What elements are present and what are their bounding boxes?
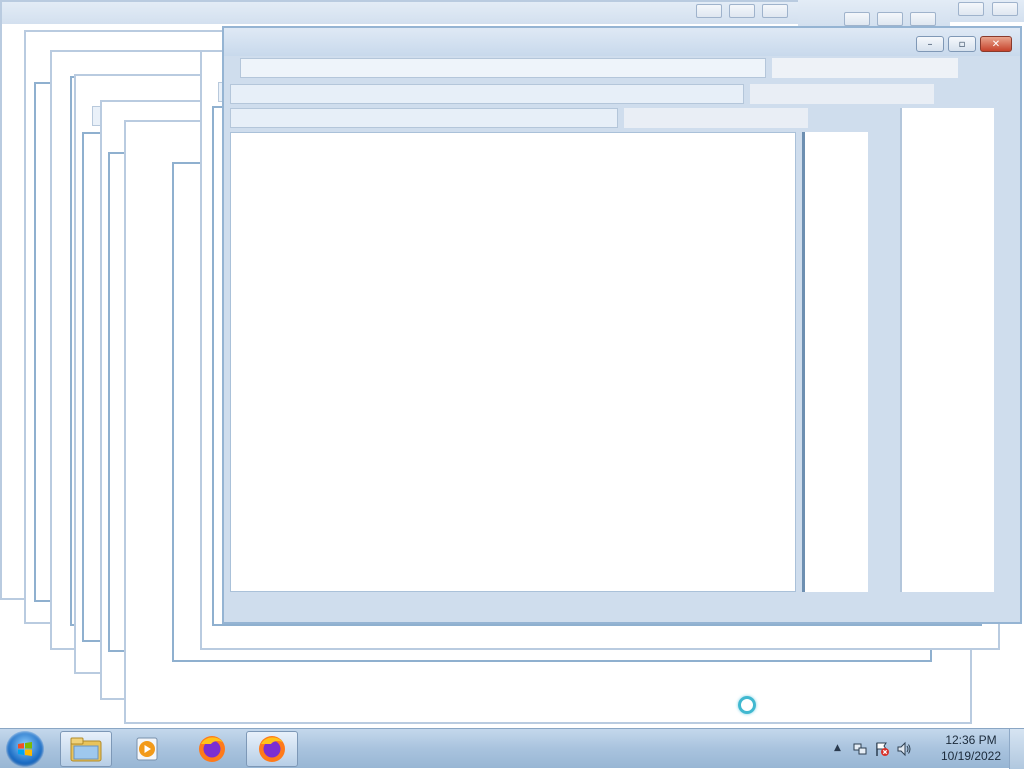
action-center-flag-icon[interactable] — [874, 741, 890, 757]
clock-time: 12:36 PM — [945, 733, 997, 747]
taskbar-button-firefox-active[interactable] — [246, 731, 298, 767]
notification-area: ▲ 12:36 PM 10/19/2022 — [826, 729, 1006, 769]
close-button[interactable]: ✕ — [980, 36, 1012, 52]
firefox-icon — [259, 736, 285, 762]
network-icon[interactable] — [852, 741, 868, 757]
clock-date: 10/19/2022 — [940, 749, 1002, 763]
taskbar-button-media-player[interactable] — [122, 731, 174, 767]
maximize-icon: ▫ — [958, 38, 966, 50]
taskbar: ▲ 12:36 PM 10/19/2022 — [0, 728, 1024, 769]
menu-bar-right — [624, 108, 808, 128]
toolbar-right — [750, 84, 934, 104]
taskbar-button-firefox[interactable] — [186, 731, 238, 767]
media-player-icon — [136, 737, 158, 761]
foreground-window[interactable]: – ▫ ✕ — [222, 26, 1022, 624]
firefox-icon — [199, 736, 225, 762]
taskbar-button-explorer[interactable] — [60, 731, 112, 767]
window-title-bar[interactable]: – ▫ ✕ — [224, 28, 1020, 56]
clock[interactable]: 12:36 PM 10/19/2022 — [936, 732, 1006, 764]
close-icon: ✕ — [991, 38, 1001, 50]
show-hidden-icons-button[interactable]: ▲ — [834, 743, 841, 753]
show-desktop-button[interactable] — [1009, 729, 1024, 769]
busy-spinner-icon — [738, 696, 756, 714]
windows-logo-icon — [18, 742, 32, 756]
desktop: – ▫ ✕ — [0, 0, 1024, 728]
minimize-button[interactable]: – — [916, 36, 944, 52]
volume-icon[interactable] — [896, 741, 912, 757]
details-pane — [802, 132, 868, 592]
ghost-window-trail — [950, 0, 1024, 22]
maximize-button[interactable]: ▫ — [948, 36, 976, 52]
content-pane[interactable] — [230, 132, 796, 592]
start-button[interactable] — [6, 731, 44, 767]
search-box[interactable] — [772, 58, 958, 78]
side-panel — [900, 108, 994, 592]
address-bar[interactable] — [240, 58, 766, 78]
toolbar — [230, 84, 744, 104]
folder-icon — [70, 737, 102, 762]
minimize-icon: – — [927, 38, 933, 50]
menu-bar — [230, 108, 618, 128]
